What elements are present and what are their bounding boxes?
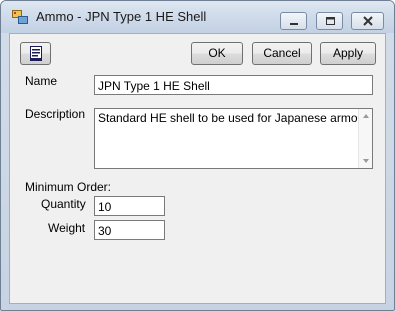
description-label: Description <box>25 107 86 121</box>
description-text: Standard HE shell to be used for Japanes… <box>98 111 365 125</box>
cancel-button[interactable]: Cancel <box>252 42 312 65</box>
document-button[interactable] <box>20 42 51 65</box>
title-bar[interactable]: Ammo - JPN Type 1 HE Shell <box>1 1 394 33</box>
description-field[interactable]: Standard HE shell to be used for Japanes… <box>94 108 373 169</box>
description-scrollbar[interactable] <box>358 109 372 168</box>
dialog-body: OK Cancel Apply Name JPN Type 1 HE Shell… <box>9 33 386 304</box>
name-field[interactable]: JPN Type 1 HE Shell <box>94 75 373 95</box>
apply-button[interactable]: Apply <box>320 42 376 65</box>
minimum-order-label: Minimum Order: <box>25 180 112 194</box>
scroll-down-icon <box>363 159 369 163</box>
quantity-field[interactable]: 10 <box>94 196 165 216</box>
dialog-window: Ammo - JPN Type 1 HE Shell OK Cancel App… <box>0 0 395 311</box>
app-icon <box>12 10 28 24</box>
minimize-icon <box>290 23 298 25</box>
window-title: Ammo - JPN Type 1 HE Shell <box>36 9 207 24</box>
document-icon <box>30 46 42 61</box>
maximize-button[interactable] <box>316 12 343 30</box>
quantity-label: Quantity <box>41 197 86 211</box>
scroll-up-icon <box>363 114 369 118</box>
weight-field[interactable]: 30 <box>94 220 165 240</box>
weight-label: Weight <box>48 221 86 235</box>
minimize-button[interactable] <box>280 12 307 30</box>
ok-button[interactable]: OK <box>191 42 243 65</box>
close-button[interactable] <box>351 12 384 30</box>
maximize-icon <box>326 17 335 25</box>
close-icon <box>363 16 373 26</box>
name-label: Name <box>25 74 58 88</box>
